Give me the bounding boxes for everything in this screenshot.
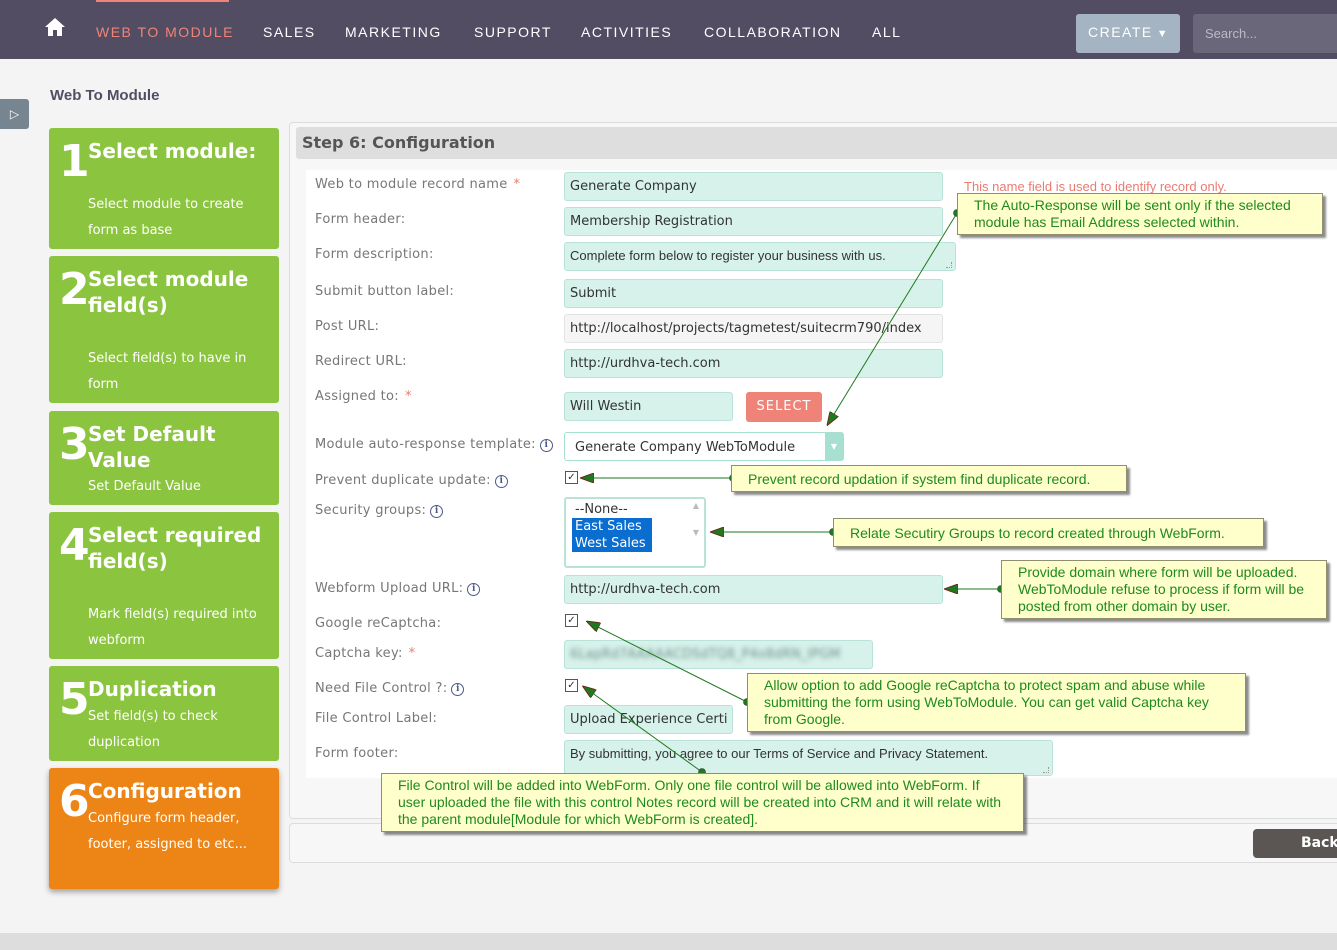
upload-url-label: Webform Upload URL: i — [315, 581, 481, 596]
info-icon[interactable]: i — [467, 583, 481, 596]
nav-all[interactable]: ALL — [872, 24, 901, 40]
step-description: Set field(s) to check duplication — [88, 709, 218, 750]
assigned-to-label: Assigned to: * — [315, 389, 412, 404]
step-description: Select module to create form as base — [88, 197, 244, 238]
nav-activities[interactable]: ACTIVITIES — [581, 24, 672, 40]
callout-auto-response: The Auto-Response will be sent only if t… — [957, 193, 1323, 235]
file-control-label-input[interactable]: Upload Experience Certi — [564, 705, 733, 734]
dropdown-arrow-icon: ▼ — [825, 433, 843, 460]
file-control-label-label: File Control Label: — [315, 711, 438, 726]
record-name-label: Web to module record name * — [315, 177, 521, 192]
nav-collaboration[interactable]: COLLABORATION — [704, 24, 842, 40]
captcha-key-input[interactable]: 6LapRd7AAAAACDSdTQ8_P4o8dRN_IPGM — [564, 640, 873, 669]
form-header-input[interactable]: Membership Registration — [564, 207, 943, 236]
auto-response-select[interactable]: Generate Company WebToModule ▼ — [564, 432, 844, 461]
form-footer-textarea[interactable]: By submitting, you agree to our Terms of… — [564, 740, 1053, 776]
form-description-textarea[interactable]: Complete form below to register your bus… — [564, 242, 956, 271]
step-title: Set Default Value — [88, 422, 216, 472]
nav-web-to-module[interactable]: WEB TO MODULE — [96, 24, 234, 40]
security-groups-listbox[interactable]: --None-- East Sales West Sales ▲ ▼ — [564, 497, 706, 568]
step-4-required-fields[interactable]: 4 Select required field(s) Mark field(s)… — [49, 512, 279, 659]
page-footer — [0, 933, 1337, 950]
security-groups-label: Security groups: i — [315, 503, 444, 518]
recaptcha-label: Google reCaptcha: — [315, 616, 442, 631]
callout-prevent-duplicate: Prevent record updation if system find d… — [731, 465, 1127, 492]
post-url-input[interactable]: http://localhost/projects/tagmetest/suit… — [564, 314, 943, 343]
resize-grip-icon — [1043, 767, 1049, 773]
option-west-sales[interactable]: West Sales — [572, 535, 652, 552]
active-tab-indicator — [96, 0, 229, 2]
prevent-duplicate-label: Prevent duplicate update: i — [315, 473, 508, 488]
panel-title: Step 6: Configuration — [302, 133, 496, 152]
form-footer-label: Form footer: — [315, 746, 399, 761]
nav-support[interactable]: SUPPORT — [474, 24, 552, 40]
form-header-label: Form header: — [315, 212, 406, 227]
redirect-url-input[interactable]: http://urdhva-tech.com — [564, 349, 943, 378]
page-title: Web To Module — [50, 87, 160, 104]
step-1-select-module[interactable]: 1 Select module: Select module to create… — [49, 128, 279, 249]
callout-upload-url: Provide domain where form will be upload… — [1001, 560, 1327, 619]
step-number: 3 — [59, 419, 90, 470]
step-number: 2 — [59, 264, 90, 315]
step-title: Configuration — [88, 779, 242, 803]
option-none[interactable]: --None-- — [572, 501, 652, 518]
listbox-scrollbar[interactable]: ▲ ▼ — [690, 501, 702, 564]
nav-sales[interactable]: SALES — [263, 24, 316, 40]
step-title: Select module: — [88, 139, 257, 163]
caret-down-icon: ▼ — [1156, 28, 1170, 40]
option-east-sales[interactable]: East Sales — [572, 518, 652, 535]
select-user-button[interactable]: SELECT — [746, 392, 822, 422]
record-name-input[interactable]: Generate Company — [564, 172, 943, 201]
required-asterisk: * — [404, 389, 412, 404]
redirect-url-label: Redirect URL: — [315, 354, 407, 369]
upload-url-input[interactable]: http://urdhva-tech.com — [564, 575, 943, 604]
recaptcha-checkbox[interactable]: ✓ — [565, 614, 578, 627]
callout-file-control: File Control will be added into WebForm.… — [381, 773, 1024, 832]
callout-recaptcha: Allow option to add Google reCaptcha to … — [747, 673, 1246, 732]
file-control-checkbox[interactable]: ✓ — [565, 679, 578, 692]
resize-grip-icon — [946, 262, 952, 268]
step-6-configuration[interactable]: 6 Configuration Configure form header, f… — [49, 768, 279, 889]
create-button[interactable]: CREATE ▼ — [1076, 14, 1180, 53]
auto-response-label: Module auto-response template: i — [315, 437, 553, 452]
sidebar-expand-icon[interactable]: ▷ — [0, 99, 29, 129]
step-description: Select field(s) to have in form — [88, 351, 247, 392]
nav-marketing[interactable]: MARKETING — [345, 24, 442, 40]
captcha-key-label: Captcha key: * — [315, 646, 416, 661]
step-2-select-fields[interactable]: 2 Select module field(s) Select field(s)… — [49, 256, 279, 403]
info-icon[interactable]: i — [539, 439, 553, 452]
assigned-to-input[interactable]: Will Westin — [564, 392, 733, 421]
create-label: CREATE — [1088, 24, 1153, 40]
step-number: 5 — [59, 674, 90, 725]
step-description: Configure form header, footer, assigned … — [88, 811, 248, 852]
step-3-default-value[interactable]: 3 Set Default Value Set Default Value — [49, 411, 279, 505]
callout-security-groups: Relate Secutiry Groups to record created… — [833, 518, 1264, 547]
info-icon[interactable]: i — [430, 505, 444, 518]
home-icon[interactable] — [44, 16, 66, 38]
post-url-label: Post URL: — [315, 319, 380, 334]
top-navigation: WEB TO MODULE SALES MARKETING SUPPORT AC… — [0, 0, 1337, 59]
required-asterisk: * — [408, 646, 416, 661]
step-title: Select required field(s) — [88, 523, 262, 573]
record-name-hint: This name field is used to identify reco… — [964, 179, 1227, 194]
file-control-label: Need File Control ?: i — [315, 681, 465, 696]
info-icon[interactable]: i — [494, 475, 508, 488]
step-number: 4 — [59, 520, 90, 571]
step-title: Duplication — [88, 677, 217, 701]
required-asterisk: * — [513, 177, 521, 192]
form-description-label: Form description: — [315, 247, 434, 262]
step-5-duplication[interactable]: 5 Duplication Set field(s) to check dupl… — [49, 666, 279, 761]
step-description: Set Default Value — [88, 479, 201, 494]
info-icon[interactable]: i — [451, 683, 465, 696]
step-number: 6 — [59, 776, 90, 827]
submit-label-input[interactable]: Submit — [564, 279, 943, 308]
submit-label-label: Submit button label: — [315, 284, 455, 299]
panel-header: Step 6: Configuration — [296, 127, 1337, 159]
step-number: 1 — [59, 136, 90, 187]
prevent-duplicate-checkbox[interactable]: ✓ — [565, 471, 578, 484]
step-description: Mark field(s) required into webform — [88, 607, 257, 648]
back-button[interactable]: Back — [1253, 829, 1337, 858]
search-input[interactable] — [1193, 14, 1337, 53]
step-title: Select module field(s) — [88, 267, 249, 317]
